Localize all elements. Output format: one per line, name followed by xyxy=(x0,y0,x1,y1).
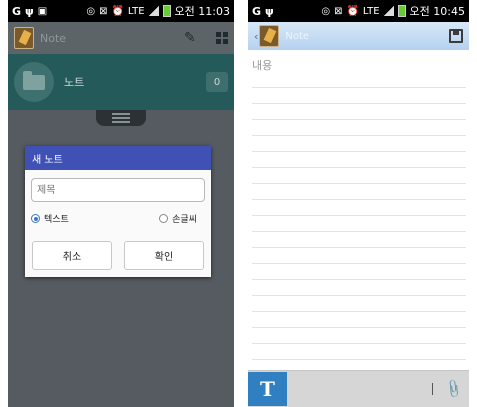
note-title-input[interactable] xyxy=(31,178,205,202)
right-screen: G ψ ◎ ⊠ ⏰ LTE 오전 10:45 ‹ Note 내용 T 📎 xyxy=(248,0,469,407)
usb-icon: ψ xyxy=(25,4,34,18)
signal-icon xyxy=(148,6,159,16)
clock: 오전 11:03 xyxy=(174,5,230,18)
image-icon: ▣ xyxy=(37,5,48,17)
carrier-icon: G xyxy=(12,4,22,18)
signal-icon xyxy=(383,6,394,16)
save-icon[interactable] xyxy=(449,29,463,43)
bottom-toolbar: T 📎 xyxy=(248,370,469,407)
alarm-icon: ⏰ xyxy=(111,5,124,17)
radio-handwriting-button[interactable] xyxy=(159,214,169,223)
back-chevron-icon[interactable]: ‹ xyxy=(254,30,258,43)
attachment-icon[interactable]: 📎 xyxy=(442,378,464,400)
usb-icon: ψ xyxy=(265,4,274,18)
dialog-title: 새 노트 xyxy=(25,146,211,170)
note-count-badge: 0 xyxy=(206,72,228,92)
toolbar-divider xyxy=(431,383,433,395)
note-content-area[interactable]: 내용 xyxy=(248,50,469,371)
notebook-app-icon[interactable] xyxy=(14,27,34,49)
clock: 오전 10:45 xyxy=(409,5,465,18)
network-type: LTE xyxy=(127,5,145,17)
app-title: Note xyxy=(40,31,67,45)
folder-list-item[interactable]: 노트 0 xyxy=(8,54,234,110)
folder-icon xyxy=(14,62,54,102)
ok-button[interactable]: 확인 xyxy=(124,241,204,270)
content-placeholder: 내용 xyxy=(252,59,273,72)
alarm-icon: ⏰ xyxy=(346,5,359,17)
radio-text-label: 텍스트 xyxy=(44,215,69,225)
grid-view-icon[interactable] xyxy=(216,32,228,44)
folder-label: 노트 xyxy=(64,76,85,89)
app-bar: Note ✎ xyxy=(8,22,234,54)
status-bar: G ψ ▣ ◎ ⊠ ⏰ LTE 오전 11:03 xyxy=(8,0,234,22)
radio-text-option[interactable]: 텍스트 xyxy=(31,212,69,225)
cancel-button[interactable]: 취소 xyxy=(32,241,112,270)
battery-icon xyxy=(397,5,406,17)
ruled-lines xyxy=(252,72,466,371)
radio-handwriting-option[interactable]: 손글씨 xyxy=(159,212,197,225)
carrier-icon: G xyxy=(252,4,262,18)
status-bar: G ψ ◎ ⊠ ⏰ LTE 오전 10:45 xyxy=(248,0,469,22)
radio-handwriting-label: 손글씨 xyxy=(172,215,197,225)
nfc-icon: ⊠ xyxy=(334,5,343,17)
text-format-button[interactable]: T xyxy=(248,372,287,406)
battery-icon xyxy=(162,5,171,17)
vibrate-icon: ◎ xyxy=(86,5,96,17)
notebook-app-icon[interactable] xyxy=(259,25,280,47)
nfc-icon: ⊠ xyxy=(99,5,108,17)
network-type: LTE xyxy=(362,5,380,17)
drawer-handle[interactable] xyxy=(96,110,146,126)
vibrate-icon: ◎ xyxy=(321,5,331,17)
radio-text-button[interactable] xyxy=(31,214,40,223)
app-title: Note xyxy=(285,30,310,42)
left-screen: G ψ ▣ ◎ ⊠ ⏰ LTE 오전 11:03 Note ✎ 노트 0 새 노… xyxy=(8,0,234,407)
new-note-dialog: 새 노트 텍스트 손글씨 취소 확인 xyxy=(25,146,211,277)
app-bar: ‹ Note xyxy=(248,22,469,50)
pencil-icon[interactable]: ✎ xyxy=(184,31,198,45)
